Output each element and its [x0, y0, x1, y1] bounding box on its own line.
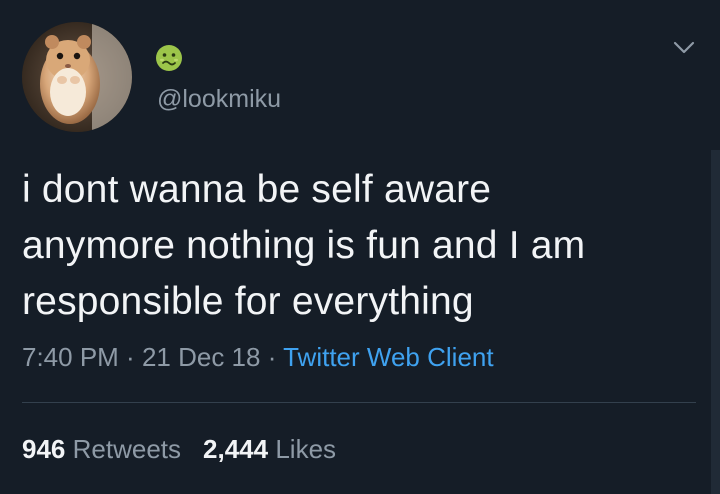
retweets-stat[interactable]: 946 Retweets: [22, 434, 181, 464]
tweet-text-line: anymore nothing is fun and I am: [22, 224, 586, 267]
likes-stat[interactable]: 2,444 Likes: [203, 434, 336, 464]
tweet-stats: 946 Retweets 2,444 Likes: [22, 432, 336, 466]
divider: [22, 402, 696, 403]
scrollbar[interactable]: [711, 150, 720, 494]
tweet-time[interactable]: 7:40 PM: [22, 342, 119, 372]
likes-label: Likes: [275, 434, 337, 464]
chevron-down-icon[interactable]: [672, 40, 696, 56]
meta-separator: ·: [118, 342, 142, 372]
tweet-text-line: i dont wanna be self aware: [22, 168, 492, 211]
tweet-text: i dont wanna be self aware anymore nothi…: [22, 162, 702, 330]
retweets-label: Retweets: [72, 434, 182, 464]
meta-separator: ·: [260, 342, 284, 372]
retweets-count: 946: [22, 434, 66, 464]
nauseated-face-emoji-icon: [155, 44, 183, 72]
user-handle[interactable]: @lookmiku: [157, 84, 281, 114]
avatar[interactable]: [22, 22, 132, 132]
tweet-card: @lookmiku i dont wanna be self aware any…: [0, 0, 720, 494]
tweet-text-line: responsible for everything: [22, 280, 474, 323]
tweet-date[interactable]: 21 Dec 18: [142, 342, 261, 372]
tweet-client-link[interactable]: Twitter Web Client: [283, 342, 493, 372]
hamster-avatar-icon: [22, 22, 132, 132]
tweet-metadata: 7:40 PM · 21 Dec 18 · Twitter Web Client: [22, 340, 494, 374]
likes-count: 2,444: [203, 434, 269, 464]
